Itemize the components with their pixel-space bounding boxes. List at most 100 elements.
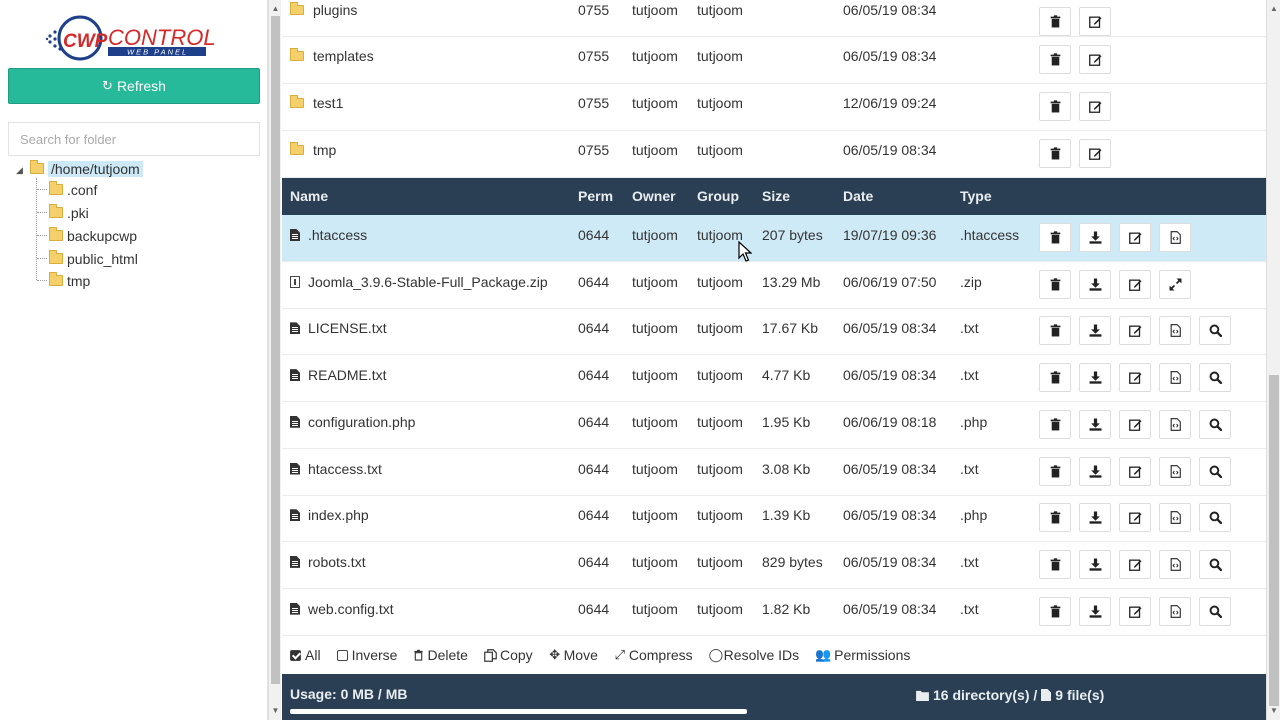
rename-button[interactable] xyxy=(1119,549,1151,579)
edit-code-button[interactable] xyxy=(1159,409,1191,439)
sidebar-scrollbar[interactable]: ▲ ▼ xyxy=(268,0,281,720)
move-button[interactable]: ✥ Move xyxy=(549,647,598,663)
edit-button[interactable] xyxy=(1079,7,1111,36)
download-button[interactable] xyxy=(1079,269,1111,299)
edit-button[interactable] xyxy=(1079,92,1111,121)
tree-node-pki[interactable]: .pki xyxy=(49,203,89,222)
dir-row[interactable]: templates 0755 tutjoom tutjoom 06/05/19 … xyxy=(282,37,1266,84)
file-name[interactable]: web.config.txt xyxy=(308,601,394,617)
download-button[interactable] xyxy=(1079,223,1111,252)
delete-button[interactable] xyxy=(1039,45,1071,74)
copy-button[interactable]: Copy xyxy=(484,647,533,663)
download-button[interactable] xyxy=(1079,363,1111,393)
file-name[interactable]: .htaccess xyxy=(308,227,367,243)
col-date[interactable]: Date xyxy=(843,188,873,204)
file-row[interactable]: htaccess.txt 0644 tutjoom tutjoom 3.08 K… xyxy=(282,449,1266,496)
view-button[interactable] xyxy=(1199,503,1231,533)
delete-button[interactable] xyxy=(1039,139,1071,168)
file-row[interactable]: README.txt 0644 tutjoom tutjoom 4.77 Kb … xyxy=(282,355,1266,403)
inverse-selection-button[interactable]: Inverse xyxy=(336,647,397,663)
tree-node-public-html[interactable]: public_html xyxy=(49,249,138,268)
delete-button[interactable] xyxy=(1039,7,1071,36)
refresh-button[interactable]: ↻ Refresh xyxy=(8,68,260,104)
tree-node-backupcwp[interactable]: backupcwp xyxy=(49,226,137,245)
view-button[interactable] xyxy=(1199,456,1231,486)
resolve-ids-button[interactable]: ◯ Resolve IDs xyxy=(709,647,799,663)
file-name[interactable]: configuration.php xyxy=(308,414,415,430)
col-owner[interactable]: Owner xyxy=(632,188,676,204)
file-name[interactable]: index.php xyxy=(308,507,369,523)
permissions-button[interactable]: 👥 Permissions xyxy=(815,647,910,663)
delete-button[interactable] xyxy=(1039,456,1071,486)
download-button[interactable] xyxy=(1079,549,1111,579)
scroll-up-icon[interactable]: ▲ xyxy=(1267,2,1280,16)
delete-button[interactable] xyxy=(1039,269,1071,299)
delete-button[interactable] xyxy=(1039,503,1071,533)
col-name[interactable]: Name xyxy=(290,188,328,204)
edit-code-button[interactable] xyxy=(1159,456,1191,486)
delete-button[interactable] xyxy=(1039,596,1071,626)
col-type[interactable]: Type xyxy=(960,188,992,204)
file-row[interactable]: web.config.txt 0644 tutjoom tutjoom 1.82… xyxy=(282,589,1266,636)
rename-button[interactable] xyxy=(1119,503,1151,533)
rename-button[interactable] xyxy=(1119,456,1151,486)
edit-button[interactable] xyxy=(1079,45,1111,74)
delete-button[interactable] xyxy=(1039,549,1071,579)
edit-code-button[interactable] xyxy=(1159,316,1191,346)
file-row[interactable]: robots.txt 0644 tutjoom tutjoom 829 byte… xyxy=(282,542,1266,589)
dir-row[interactable]: test1 0755 tutjoom tutjoom 12/06/19 09:2… xyxy=(282,84,1266,131)
dir-name[interactable]: plugins xyxy=(313,2,357,18)
rename-button[interactable] xyxy=(1119,316,1151,346)
col-group[interactable]: Group xyxy=(697,188,739,204)
scrollbar-thumb[interactable] xyxy=(271,16,280,684)
file-row[interactable]: Joomla_3.9.6-Stable-Full_Package.zip 064… xyxy=(282,262,1266,309)
edit-code-button[interactable] xyxy=(1159,503,1191,533)
scroll-down-icon[interactable]: ▼ xyxy=(269,704,282,718)
download-button[interactable] xyxy=(1079,503,1111,533)
dir-row[interactable]: plugins 0755 tutjoom tutjoom 06/05/19 08… xyxy=(282,0,1266,37)
rename-button[interactable] xyxy=(1119,596,1151,626)
file-row[interactable]: LICENSE.txt 0644 tutjoom tutjoom 17.67 K… xyxy=(282,308,1266,356)
delete-button[interactable] xyxy=(1039,92,1071,121)
dir-name[interactable]: tmp xyxy=(313,142,336,158)
edit-button[interactable] xyxy=(1079,139,1111,168)
file-name[interactable]: LICENSE.txt xyxy=(308,320,387,336)
select-all-button[interactable]: All xyxy=(290,647,321,663)
extract-button[interactable] xyxy=(1159,269,1191,299)
file-row[interactable]: configuration.php 0644 tutjoom tutjoom 1… xyxy=(282,402,1266,449)
col-perm[interactable]: Perm xyxy=(578,188,613,204)
dir-name[interactable]: test1 xyxy=(313,95,343,111)
tree-node-root[interactable]: /home/tutjoom xyxy=(30,159,143,178)
main-scrollbar[interactable]: ▲ ▼ xyxy=(1266,0,1280,720)
rename-button[interactable] xyxy=(1119,409,1151,439)
file-name[interactable]: README.txt xyxy=(308,367,387,383)
edit-code-button[interactable] xyxy=(1159,596,1191,626)
edit-code-button[interactable] xyxy=(1159,363,1191,393)
download-button[interactable] xyxy=(1079,596,1111,626)
delete-selected-button[interactable]: Delete xyxy=(413,647,468,663)
file-name[interactable]: robots.txt xyxy=(308,554,366,570)
dir-row[interactable]: tmp 0755 tutjoom tutjoom 06/05/19 08:34 xyxy=(282,131,1266,178)
compress-button[interactable]: ⤢ Compress xyxy=(614,647,693,663)
download-button[interactable] xyxy=(1079,409,1111,439)
file-row[interactable]: .htaccess 0644 tutjoom tutjoom 207 bytes… xyxy=(282,215,1266,262)
rename-button[interactable] xyxy=(1119,223,1151,252)
edit-code-button[interactable] xyxy=(1159,549,1191,579)
delete-button[interactable] xyxy=(1039,223,1071,252)
view-button[interactable] xyxy=(1199,596,1231,626)
delete-button[interactable] xyxy=(1039,363,1071,393)
folder-search-input[interactable] xyxy=(8,122,260,156)
view-button[interactable] xyxy=(1199,549,1231,579)
download-button[interactable] xyxy=(1079,316,1111,346)
delete-button[interactable] xyxy=(1039,409,1071,439)
collapse-toggle-icon[interactable]: ◢ xyxy=(16,165,23,176)
tree-node-conf[interactable]: .conf xyxy=(49,180,97,199)
col-size[interactable]: Size xyxy=(762,188,790,204)
scroll-down-icon[interactable]: ▼ xyxy=(1267,704,1280,718)
tree-node-tmp[interactable]: tmp xyxy=(49,271,90,290)
delete-button[interactable] xyxy=(1039,316,1071,346)
rename-button[interactable] xyxy=(1119,363,1151,393)
file-name[interactable]: Joomla_3.9.6-Stable-Full_Package.zip xyxy=(308,274,548,290)
edit-code-button[interactable] xyxy=(1159,223,1191,252)
scroll-up-icon[interactable]: ▲ xyxy=(269,2,282,16)
